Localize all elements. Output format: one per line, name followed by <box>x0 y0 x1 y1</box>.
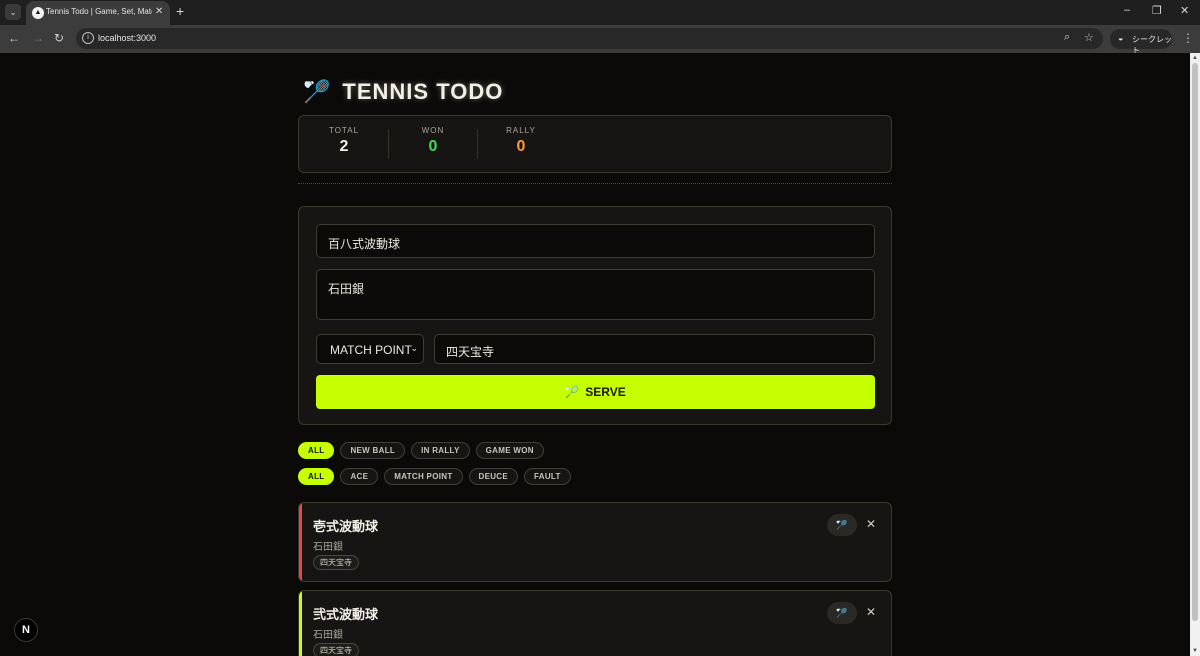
stat-total: TOTAL 2 <box>299 126 389 156</box>
todo-tag: 四天宝寺 <box>313 643 359 656</box>
browser-tab[interactable]: ▲ Tennis Todo | Game, Set, Match ✕ <box>26 1 170 25</box>
priority-filter-ace[interactable]: ACE <box>340 468 379 485</box>
tab-title: Tennis Todo | Game, Set, Match <box>46 7 152 16</box>
scroll-down-arrow-icon[interactable]: ▼ <box>1192 648 1198 654</box>
priority-filter-match-point[interactable]: MATCH POINT <box>384 468 463 485</box>
stat-label: TOTAL <box>328 126 360 135</box>
status-filter-in-rally[interactable]: IN RALLY <box>411 442 470 459</box>
advance-status-button[interactable]: 🏸 <box>827 602 857 624</box>
stat-label: RALLY <box>506 126 536 135</box>
app-header: 🏸 TENNIS TODO <box>303 79 503 105</box>
browser-tabstrip: ⌄ ▲ Tennis Todo | Game, Set, Match ✕ + –… <box>0 0 1200 25</box>
site-info-icon[interactable]: i <box>82 32 94 44</box>
racket-icon: 🏸 <box>303 79 331 104</box>
advance-status-button[interactable]: 🏸 <box>827 514 857 536</box>
page-title: TENNIS TODO <box>342 79 504 104</box>
racket-icon: 🏸 <box>836 520 848 530</box>
divider <box>298 183 892 184</box>
todo-title: 弐式波動球 <box>313 607 379 622</box>
todo-description: 石田銀 <box>313 542 343 553</box>
stat-value: 0 <box>516 138 526 155</box>
zoom-icon[interactable]: ⌕ <box>1064 31 1070 44</box>
incognito-indicator[interactable]: ◒ シークレット <box>1110 29 1172 55</box>
racket-icon: 🏸 <box>565 387 579 399</box>
new-tab-button[interactable]: + <box>176 3 184 19</box>
todo-item: 壱式波動球 石田銀 四天宝寺 🏸 ✕ <box>298 502 892 582</box>
bookmark-star-icon[interactable]: ☆ <box>1084 31 1094 44</box>
forward-arrow-icon[interactable]: → <box>32 31 44 45</box>
todo-description: 石田銀 <box>313 630 343 641</box>
priority-stripe <box>299 503 302 581</box>
stat-won: WON 0 <box>388 126 478 156</box>
address-url[interactable]: localhost:3000 <box>98 33 156 43</box>
incognito-icon: ◒ <box>1118 33 1124 43</box>
stats-panel: TOTAL 2 WON 0 RALLY 0 <box>298 115 892 173</box>
delete-close-icon[interactable]: ✕ <box>866 605 876 619</box>
priority-select-value: MATCH POINT <box>330 343 412 357</box>
todo-tag: 四天宝寺 <box>313 555 359 570</box>
priority-filter-all[interactable]: ALL <box>298 468 335 485</box>
priority-select[interactable]: MATCH POINT ⌄ <box>316 334 424 364</box>
restore-button[interactable]: ❐ <box>1152 4 1162 17</box>
stat-label: WON <box>421 126 445 135</box>
delete-close-icon[interactable]: ✕ <box>866 517 876 531</box>
reload-icon[interactable]: ↻ <box>54 31 64 45</box>
close-window-button[interactable]: ✕ <box>1180 4 1189 17</box>
status-filter-all[interactable]: ALL <box>298 442 335 459</box>
minimize-button[interactable]: – <box>1124 4 1130 16</box>
nextjs-dev-badge[interactable]: N <box>14 618 38 642</box>
browser-toolbar: ← → ↻ i localhost:3000 ⌕ ☆ ◒ シークレット ⋮ <box>0 25 1200 55</box>
tab-close-icon[interactable]: ✕ <box>155 6 163 17</box>
tab-search-icon[interactable]: ⌄ <box>5 4 21 20</box>
priority-filter-row: ALL ACE MATCH POINT DEUCE FAULT <box>298 468 571 485</box>
stat-rally: RALLY 0 <box>476 126 566 156</box>
serve-button[interactable]: 🏸 SERVE <box>316 375 875 409</box>
chevron-down-icon: ⌄ <box>410 343 418 353</box>
todo-title: 壱式波動球 <box>313 519 379 534</box>
address-bar[interactable]: i localhost:3000 ⌕ ☆ <box>76 28 1103 49</box>
new-todo-form: 百八式波動球 石田銀 MATCH POINT ⌄ 四天宝寺 🏸 SERVE <box>298 206 892 425</box>
stat-value: 2 <box>339 138 349 155</box>
scroll-up-arrow-icon[interactable]: ▲ <box>1192 55 1198 61</box>
vercel-triangle-icon: ▲ <box>32 7 44 19</box>
title-input[interactable]: 百八式波動球 <box>316 224 875 258</box>
racket-icon: 🏸 <box>836 608 848 618</box>
priority-filter-deuce[interactable]: DEUCE <box>468 468 519 485</box>
page-viewport: 🏸 TENNIS TODO TOTAL 2 WON 0 RALLY 0 百八式波… <box>0 53 1190 656</box>
status-filter-game-won[interactable]: GAME WON <box>475 442 544 459</box>
browser-menu-icon[interactable]: ⋮ <box>1182 31 1194 45</box>
status-filter-new-ball[interactable]: NEW BALL <box>340 442 406 459</box>
priority-stripe <box>299 591 302 656</box>
back-arrow-icon[interactable]: ← <box>8 31 20 45</box>
priority-filter-fault[interactable]: FAULT <box>524 468 571 485</box>
serve-button-label: SERVE <box>585 385 626 399</box>
status-filter-row: ALL NEW BALL IN RALLY GAME WON <box>298 442 544 459</box>
scrollbar-thumb[interactable] <box>1192 63 1198 621</box>
tag-input[interactable]: 四天宝寺 <box>434 334 875 364</box>
page-scrollbar[interactable]: ▲ ▼ <box>1190 53 1200 656</box>
stat-value: 0 <box>428 138 438 155</box>
description-textarea[interactable]: 石田銀 <box>316 269 875 320</box>
todo-item: 弐式波動球 石田銀 四天宝寺 🏸 ✕ <box>298 590 892 656</box>
